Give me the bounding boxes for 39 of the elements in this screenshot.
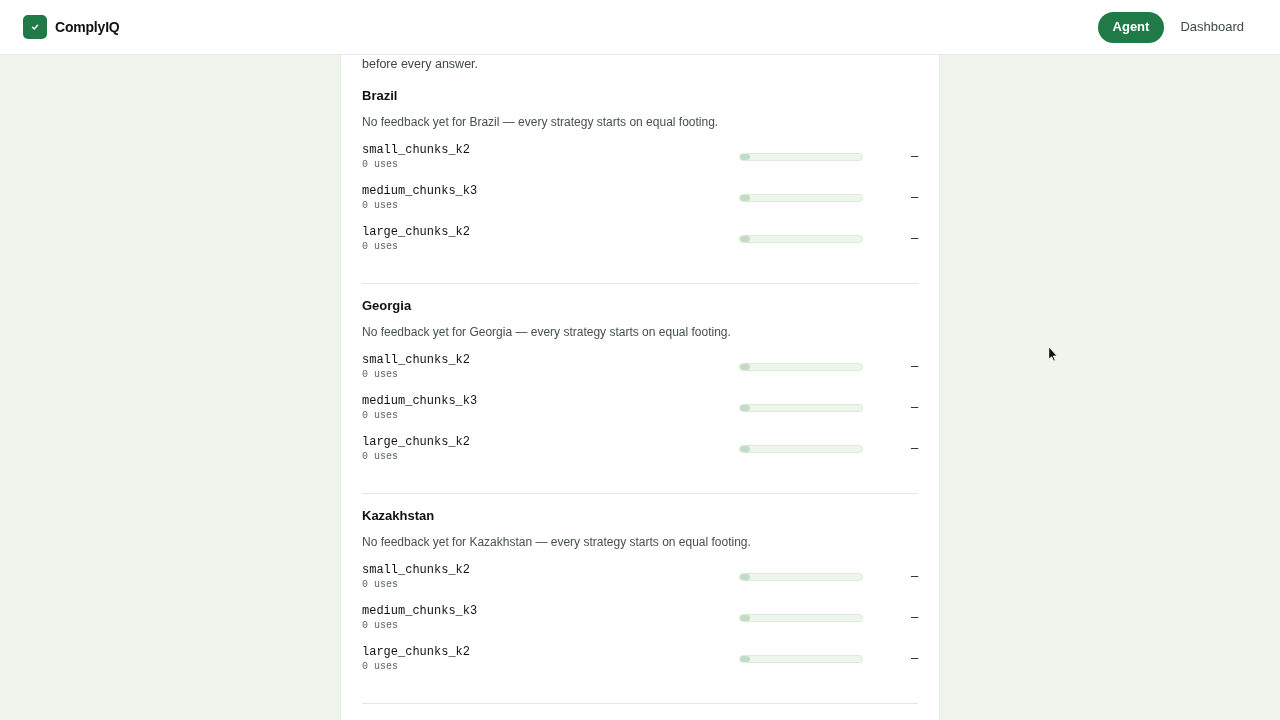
strategy-name: medium_chunks_k3 (362, 603, 478, 619)
strategy-name: large_chunks_k2 (362, 434, 471, 450)
check-tile-icon (23, 15, 47, 39)
strategy-name: medium_chunks_k3 (362, 393, 478, 409)
country-heading: Kazakhstan (362, 507, 436, 525)
brand-name: ComplyIQ (55, 17, 120, 37)
feedback-note: No feedback yet for Kazakhstan — every strategy starts on equal footing. (362, 534, 752, 550)
country-heading: Georgia (362, 297, 413, 315)
intro-text: before every answer. (362, 56, 480, 72)
feedback-note: No feedback yet for Brazil — every strategy starts on equal footing. (362, 114, 720, 130)
score-value: — (911, 231, 918, 247)
strategy-name: medium_chunks_k3 (362, 183, 478, 199)
usage-count: 0 uses (362, 368, 399, 382)
strategy-name: large_chunks_k2 (362, 644, 471, 660)
usage-count: 0 uses (362, 619, 399, 633)
nav-tab[interactable]: Dashboard (1180, 11, 1244, 43)
usage-count: 0 uses (362, 660, 399, 674)
score-value: — (911, 651, 918, 667)
score-value: — (911, 569, 918, 585)
usage-count: 0 uses (362, 578, 399, 592)
feedback-note: No feedback yet for Georgia — every strategy starts on equal footing. (362, 324, 732, 340)
score-value: — (911, 441, 918, 457)
score-value: — (911, 149, 918, 165)
usage-count: 0 uses (362, 409, 399, 423)
strategy-name: small_chunks_k2 (362, 142, 471, 158)
usage-count: 0 uses (362, 450, 399, 464)
country-heading: Brazil (362, 87, 399, 105)
usage-count: 0 uses (362, 240, 399, 254)
score-value: — (911, 400, 918, 416)
usage-count: 0 uses (362, 158, 399, 172)
mouse-pointer-icon (1048, 346, 1058, 362)
score-value: — (911, 190, 918, 206)
strategy-name: large_chunks_k2 (362, 224, 471, 240)
score-value: — (911, 610, 918, 626)
strategy-name: small_chunks_k2 (362, 352, 471, 368)
nav-tab[interactable]: Agent (1097, 11, 1165, 43)
strategy-name: small_chunks_k2 (362, 562, 471, 578)
usage-count: 0 uses (362, 199, 399, 213)
score-value: — (911, 359, 918, 375)
